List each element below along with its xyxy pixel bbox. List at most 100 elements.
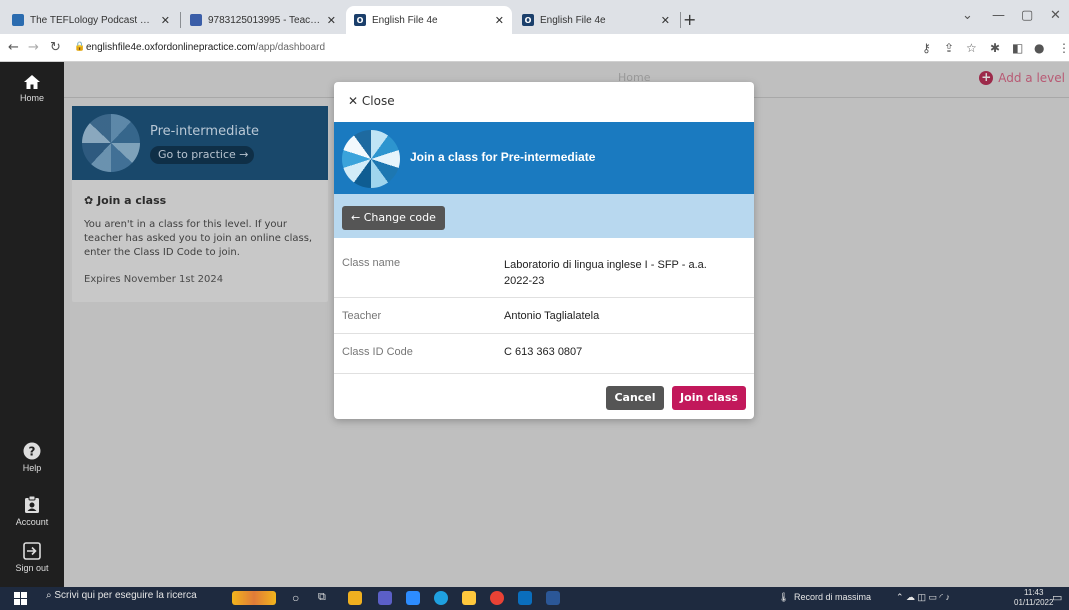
thermometer-icon: 🌡 [778,592,790,602]
system-tray-icons[interactable]: ⌃ ☁ ◫ ▭ ◜ ♪ [896,592,950,603]
sidebar: Home ? Help Account Sign out [0,62,64,587]
teacher-value: Antonio Taglialatela [504,310,600,322]
arrow-left-icon: ← [351,211,361,224]
row-label: Class ID Code [342,346,413,358]
new-tab-button[interactable]: + [683,10,696,29]
oxford-favicon-icon: O [522,14,534,26]
join-class-dialog: ✕ Close Join a class for Pre-intermediat… [334,82,754,419]
join-class-heading: ✿ Join a class [84,194,166,207]
sidebar-item-account[interactable]: Account [0,496,64,527]
class-name-row: Class name Laboratorio di lingua inglese… [334,238,754,298]
key-icon[interactable]: ⚷ [922,41,931,55]
tab-label: English File 4e [540,14,606,26]
gear-icon: ✿ [84,194,94,207]
close-tab-icon[interactable]: ✕ [161,14,170,27]
sign-out-icon [23,542,41,560]
podcast-favicon-icon [12,14,24,26]
bookmark-star-icon[interactable]: ☆ [966,41,977,55]
level-title: Pre-intermediate [150,124,260,139]
mail-icon[interactable] [518,591,532,605]
back-arrow-icon[interactable]: ← [8,40,19,55]
account-badge-icon [25,496,39,513]
close-label: Close [361,94,395,108]
window-close-icon[interactable]: ✕ [1050,8,1061,23]
url-host: englishfile4e.oxfordonlinepractice.com [86,42,256,53]
tab-search-icon[interactable]: ⌄ [962,8,973,23]
browser-tab[interactable]: The TEFLology Podcast – A Podc ✕ [4,6,178,34]
teacher-row: Teacher Antonio Taglialatela [334,298,754,334]
search-highlight-icon[interactable] [232,591,276,605]
change-code-label: Change code [363,211,436,224]
lock-icon[interactable]: 🔒 [74,42,85,52]
close-tab-icon[interactable]: ✕ [661,14,670,27]
file-explorer-icon[interactable] [348,591,362,605]
search-icon: ⌕ [46,590,52,601]
level-logo-icon [82,114,140,172]
clock-time: 11:43 [1024,588,1044,597]
sidebar-item-label: Home [19,93,44,103]
sidebar-item-label: Help [22,463,42,473]
taskbar-search[interactable]: ⌕ Scrivi qui per eseguire la ricerca [46,590,197,601]
reload-icon[interactable]: ↻ [50,40,61,55]
sidepanel-icon[interactable]: ◧ [1012,41,1023,55]
sidebar-item-home[interactable]: Home [0,74,64,103]
expiry-text: Expires November 1st 2024 [84,274,224,285]
edge-icon[interactable] [434,591,448,605]
tab-label: English File 4e [372,14,438,26]
close-button[interactable]: ✕ Close [348,94,395,108]
minimize-icon[interactable]: — [992,8,1005,23]
taskbar: ⌕ Scrivi qui per eseguire la ricerca ○ ⧉… [0,587,1069,610]
extensions-icon[interactable]: ✱ [990,41,1000,55]
level-card: Pre-intermediate Go to practice → ✿ Join… [72,106,328,302]
sidebar-item-label: Account [15,517,49,527]
zoom-icon[interactable] [406,591,420,605]
browser-tab[interactable]: O English File 4e ✕ [514,6,678,34]
cancel-button[interactable]: Cancel [606,386,664,410]
task-view-icon[interactable]: ⧉ [318,591,326,604]
go-to-practice-button[interactable]: Go to practice → [150,146,254,164]
svg-text:?: ? [29,445,36,459]
oxford-favicon-icon: O [354,14,366,26]
change-code-button[interactable]: ← Change code [342,206,445,230]
add-level-button[interactable]: + Add a level [979,71,1065,85]
search-placeholder: Scrivi qui per eseguire la ricerca [54,590,197,601]
close-tab-icon[interactable]: ✕ [327,14,336,27]
sidebar-item-help[interactable]: ? Help [0,442,64,473]
folder-icon[interactable] [462,591,476,605]
url-field[interactable]: englishfile4e.oxfordonlinepractice.com/a… [86,42,325,53]
join-class-button[interactable]: Join class [672,386,746,410]
home-icon [24,75,40,89]
notification-icon[interactable]: ▭ [1052,591,1062,604]
level-logo-icon [342,130,400,188]
close-tab-icon[interactable]: ✕ [495,14,504,27]
clock-date: 01/11/2022 [1014,598,1054,607]
row-label: Class name [342,257,401,269]
close-icon: ✕ [348,94,359,108]
sidebar-item-label: Sign out [15,563,49,573]
tab-label: The TEFLology Podcast – A Podc [30,14,155,26]
tab-label: 9783125013995 - Teaching Engli [208,14,321,26]
address-bar: ← → ↻ 🔒 englishfile4e.oxfordonlinepracti… [0,34,1069,62]
forward-arrow-icon[interactable]: → [28,40,39,55]
url-path: /app/dashboard [255,42,326,53]
row-label: Teacher [342,310,382,322]
sidebar-item-signout[interactable]: Sign out [0,542,64,573]
change-code-band: ← Change code [334,194,754,238]
browser-menu-icon[interactable]: ⋮ [1058,41,1069,55]
maximize-icon[interactable]: ▢ [1021,8,1033,23]
join-class-description: You aren't in a class for this level. If… [84,219,313,258]
clock[interactable]: 11:43 01/11/2022 [1014,588,1053,608]
browser-tab-active[interactable]: O English File 4e ✕ [346,6,512,34]
teams-icon[interactable] [378,591,392,605]
browser-tab[interactable]: 9783125013995 - Teaching Engli ✕ [182,6,344,34]
weather-text[interactable]: Record di massima [794,592,871,602]
dialog-title: Join a class for Pre-intermediate [410,150,596,164]
chrome-icon[interactable] [490,591,504,605]
word-icon[interactable] [546,591,560,605]
windows-start-icon[interactable] [14,592,27,605]
add-level-label: Add a level [998,71,1065,85]
help-icon: ? [23,442,41,460]
cortana-icon[interactable]: ○ [292,591,299,605]
share-icon[interactable]: ⇪ [944,41,954,55]
profile-avatar-icon[interactable]: ● [1034,41,1044,55]
